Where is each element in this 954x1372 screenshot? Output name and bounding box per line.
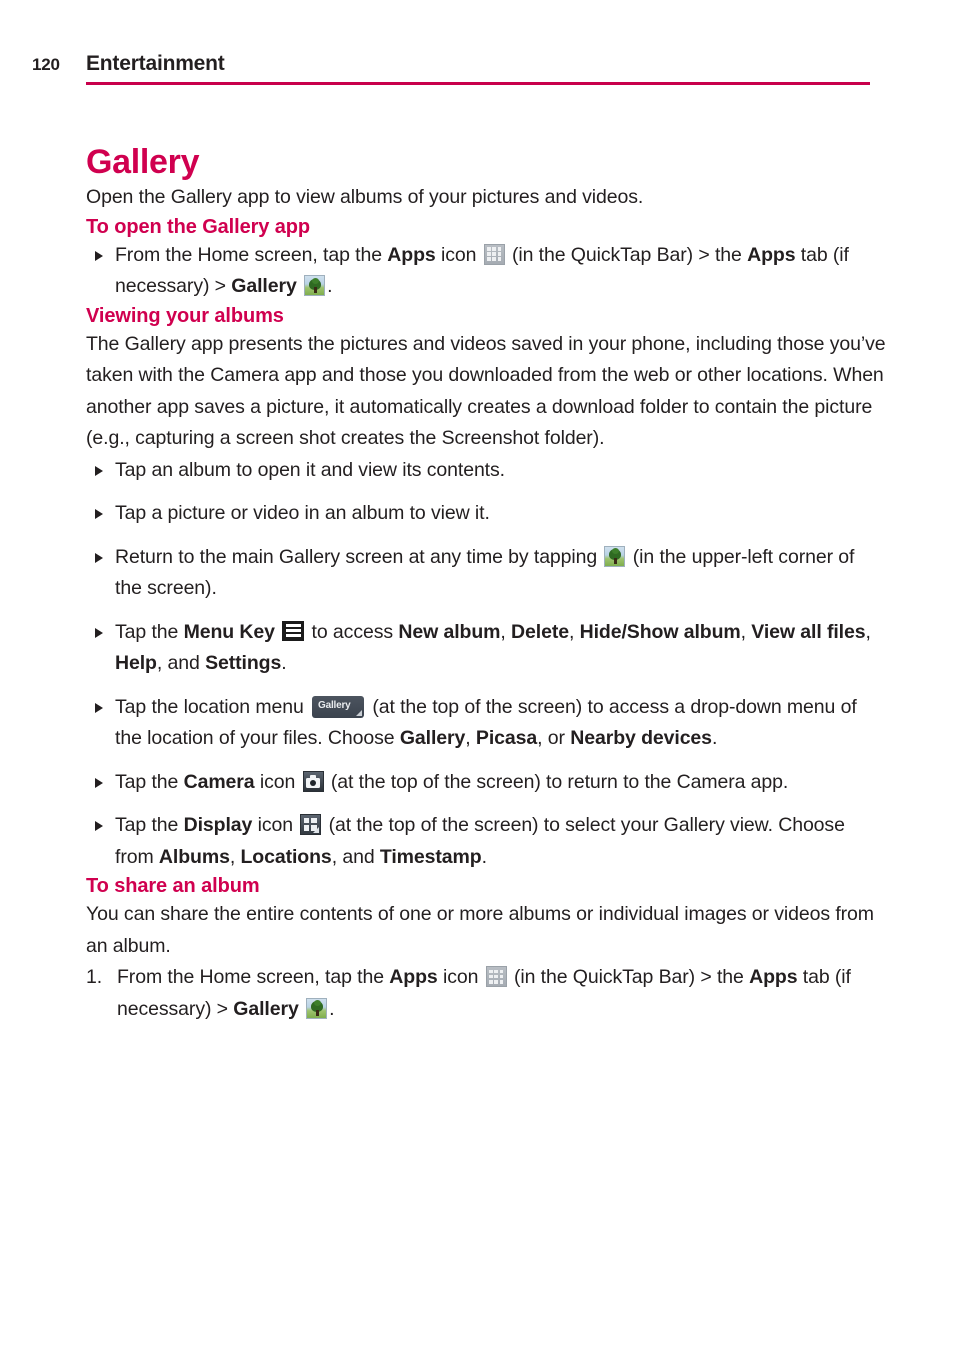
- bold-term-display: Display: [183, 814, 253, 836]
- text-fragment: icon: [252, 814, 299, 836]
- text-fragment: ,: [568, 620, 580, 643]
- text-fragment: (in the QuickTap Bar) > the: [506, 243, 748, 266]
- text-fragment: .: [711, 727, 718, 749]
- bold-term-settings: Settings: [205, 652, 282, 674]
- list-item: From the Home screen, tap the Apps icon …: [86, 240, 886, 303]
- bullet-triangle-icon: [95, 509, 103, 519]
- text-fragment: .: [281, 652, 287, 674]
- page-number: 120: [32, 55, 60, 74]
- list-item: Return to the main Gallery screen at any…: [86, 542, 886, 605]
- viewing-albums-bullet-list: Tap an album to open it and view its con…: [86, 455, 886, 874]
- heading-to-share-an-album: To share an album: [86, 875, 260, 897]
- bullet-triangle-icon: [95, 777, 103, 788]
- text-fragment: (in the QuickTap Bar) > the: [508, 966, 750, 988]
- text-fragment: icon: [254, 770, 301, 793]
- step-number: 1.: [86, 966, 103, 988]
- bold-term-apps: Apps: [387, 243, 436, 266]
- bold-term-gallery: Gallery: [231, 275, 297, 297]
- text-fragment: ,: [865, 620, 871, 643]
- bold-term-picasa: Picasa: [475, 727, 538, 749]
- apps-grid-icon: [483, 243, 505, 265]
- section-intro-paragraph: Open the Gallery app to view albums of y…: [86, 186, 644, 208]
- bullet-triangle-icon: [95, 552, 103, 563]
- text-fragment: From the Home screen, tap the: [115, 243, 388, 266]
- bold-term-apps-tab: Apps: [747, 243, 796, 266]
- bold-term-nearby-devices: Nearby devices: [570, 727, 712, 749]
- bullet-triangle-icon: [95, 250, 103, 261]
- apps-grid-icon: [485, 966, 507, 987]
- text-fragment: ,: [500, 620, 512, 643]
- list-item: Tap the location menu Gallery (at the to…: [86, 692, 886, 755]
- bold-term-delete: Delete: [511, 620, 569, 643]
- gallery-tree-icon: [306, 997, 328, 1019]
- text-fragment: .: [329, 997, 335, 1020]
- list-item: Tap a picture or video in an album to vi…: [86, 498, 886, 530]
- text-fragment: ,: [465, 727, 476, 749]
- bold-term-menu-key: Menu Key: [183, 620, 275, 643]
- text-fragment: Tap the: [115, 620, 184, 643]
- chapter-title: Entertainment: [86, 52, 225, 75]
- caret-icon: [356, 709, 363, 716]
- list-item: Tap the Display icon (at the top of the …: [86, 810, 886, 873]
- list-item: Tap the Menu Key to access New album, De…: [86, 617, 886, 680]
- bold-term-gallery-option: Gallery: [399, 727, 466, 749]
- text-fragment: Tap an album to open it and view its con…: [115, 458, 505, 481]
- bullet-triangle-icon: [95, 627, 103, 638]
- text-fragment: icon: [435, 243, 482, 266]
- menu-key-icon: [282, 620, 305, 641]
- bold-term-locations: Locations: [240, 845, 332, 868]
- text-fragment: (at the top of the screen) to return to …: [325, 770, 789, 793]
- open-gallery-bullet-list: From the Home screen, tap the Apps icon …: [86, 240, 886, 303]
- bold-term-gallery: Gallery: [233, 997, 299, 1020]
- text-fragment: , and: [156, 652, 206, 674]
- text-fragment: icon: [437, 966, 484, 988]
- bold-term-albums: Albums: [158, 845, 230, 868]
- list-item: Tap the Camera icon (at the top of the s…: [86, 767, 886, 799]
- text-fragment: Tap the: [115, 770, 184, 793]
- bullet-triangle-icon: [95, 821, 103, 831]
- text-fragment: , or: [537, 727, 571, 749]
- text-fragment: From the Home screen, tap the: [117, 966, 390, 988]
- location-menu-icon: Gallery: [312, 695, 365, 718]
- bullet-triangle-icon: [95, 702, 103, 713]
- bold-term-new-album: New album: [398, 620, 501, 643]
- page-title: Gallery: [86, 143, 200, 181]
- bold-term-help: Help: [115, 652, 157, 674]
- page-content: Gallery Open the Gallery app to view alb…: [86, 142, 886, 1025]
- list-item: Tap an album to open it and view its con…: [86, 455, 886, 487]
- bullet-triangle-icon: [95, 465, 103, 476]
- bold-term-apps: Apps: [389, 966, 438, 988]
- share-album-step-list: 1. From the Home screen, tap the Apps ic…: [86, 962, 886, 1025]
- text-fragment: Tap the: [115, 814, 184, 836]
- list-item: 1. From the Home screen, tap the Apps ic…: [86, 962, 886, 1025]
- text-fragment: Tap the location menu: [115, 695, 310, 718]
- location-menu-icon-label: Gallery: [318, 699, 351, 711]
- text-fragment: to access: [306, 620, 399, 643]
- bold-term-hide-show-album: Hide/Show album: [579, 620, 741, 643]
- bold-term-timestamp: Timestamp: [379, 845, 482, 868]
- text-fragment: , and: [331, 845, 380, 868]
- gallery-tree-icon: [604, 545, 626, 567]
- text-fragment: .: [481, 845, 487, 868]
- text-fragment: Return to the main Gallery screen at any…: [115, 545, 603, 568]
- text-fragment: .: [327, 275, 333, 297]
- header-divider-rule: [86, 82, 870, 85]
- text-fragment: ,: [229, 845, 241, 868]
- gallery-tree-icon: [304, 275, 326, 296]
- camera-icon: [302, 770, 324, 792]
- text-fragment: Tap a picture or video in an album to vi…: [115, 502, 490, 524]
- bold-term-camera: Camera: [183, 770, 255, 793]
- bold-term-apps-tab: Apps: [749, 966, 798, 988]
- text-fragment: [275, 621, 280, 643]
- text-fragment: ,: [740, 620, 752, 643]
- heading-viewing-your-albums: Viewing your albums: [86, 304, 284, 327]
- viewing-albums-paragraph: The Gallery app presents the pictures an…: [86, 332, 886, 450]
- display-grid-icon: [300, 814, 322, 835]
- share-album-paragraph: You can share the entire contents of one…: [86, 903, 874, 957]
- page-header: 120 Entertainment: [0, 52, 954, 86]
- bold-term-view-all-files: View all files: [751, 620, 866, 643]
- heading-to-open-the-gallery-app: To open the Gallery app: [86, 215, 311, 238]
